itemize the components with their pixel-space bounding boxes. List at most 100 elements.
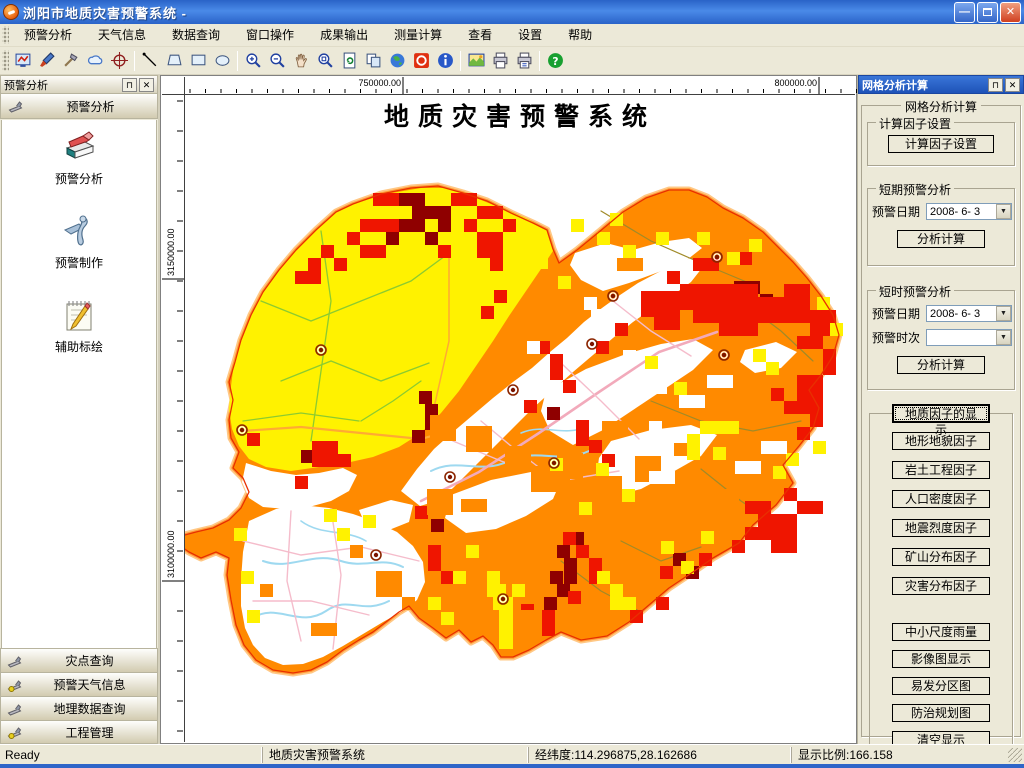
- menu-warning-analysis[interactable]: 预警分析: [11, 24, 85, 47]
- item-label: 辅助标绘: [54, 340, 103, 354]
- restore-button[interactable]: [977, 1, 998, 23]
- hammer-icon[interactable]: [59, 49, 83, 73]
- hazard-map[interactable]: [185, 95, 855, 742]
- rainfall-button[interactable]: 中小尺度雨量: [892, 623, 990, 641]
- prevention-plan-button[interactable]: 防治规划图: [892, 704, 990, 722]
- geotech-factor-button[interactable]: 岩土工程因子: [892, 461, 990, 479]
- seismic-factor-button[interactable]: 地震烈度因子: [892, 519, 990, 537]
- geo-factor-display-button[interactable]: 地质因子的显示: [892, 404, 990, 437]
- print-icon[interactable]: [488, 49, 512, 73]
- close-icon[interactable]: ✕: [139, 77, 154, 92]
- zoom-page-icon[interactable]: [313, 49, 337, 73]
- menu-result-output[interactable]: 成果输出: [307, 24, 381, 47]
- image-display-button[interactable]: 影像图显示: [892, 650, 990, 668]
- info-icon[interactable]: [433, 49, 457, 73]
- chevron-down-icon[interactable]: ▼: [996, 204, 1011, 219]
- pin-icon[interactable]: ⊓: [988, 77, 1003, 92]
- group-project-management[interactable]: 工程管理: [0, 720, 158, 744]
- toolbar: ?: [0, 47, 1024, 75]
- menu-measure-calc[interactable]: 测量计算: [381, 24, 455, 47]
- cloud-icon[interactable]: [83, 49, 107, 73]
- crosshair-icon[interactable]: [107, 49, 131, 73]
- group-disaster-query[interactable]: 灾点查询: [0, 648, 158, 672]
- zoom-out-icon[interactable]: [265, 49, 289, 73]
- close-icon[interactable]: ✕: [1005, 77, 1020, 92]
- chevron-down-icon[interactable]: ▼: [996, 330, 1011, 345]
- disaster-factor-button[interactable]: 灾害分布因子: [892, 577, 990, 595]
- date-label: 预警日期: [872, 205, 921, 219]
- factor-setting-button[interactable]: 计算因子设置: [888, 135, 994, 153]
- item-warning-production[interactable]: 预警制作: [55, 212, 103, 271]
- paint-brush-icon[interactable]: [35, 49, 59, 73]
- globe-icon[interactable]: [385, 49, 409, 73]
- pan-hand-icon[interactable]: [289, 49, 313, 73]
- status-scale: 显示比例:166.158: [791, 746, 1008, 763]
- window-title: 浏阳市地质灾害预警系统 -: [23, 5, 187, 21]
- title-bar[interactable]: 浏阳市地质灾害预警系统 - — ✕: [0, 0, 1024, 24]
- group-label: 灾点查询: [65, 654, 114, 668]
- group-geo-data-query[interactable]: 地理数据查询: [0, 696, 158, 720]
- mine-factor-button[interactable]: 矿山分布因子: [892, 548, 990, 566]
- susceptibility-map-button[interactable]: 易发分区图: [892, 677, 990, 695]
- ellipse-tool-icon[interactable]: [210, 49, 234, 73]
- help-icon[interactable]: ?: [543, 49, 567, 73]
- left-group-header-label: 预警分析: [66, 99, 115, 114]
- short-time-analyze-button[interactable]: 分析计算: [897, 356, 985, 374]
- menu-view[interactable]: 查看: [455, 24, 505, 47]
- pin-icon[interactable]: ⊓: [122, 77, 137, 92]
- chevron-down-icon[interactable]: ▼: [996, 306, 1011, 321]
- status-system: 地质灾害预警系统: [262, 746, 528, 763]
- short-term-analyze-button[interactable]: 分析计算: [897, 230, 985, 248]
- close-button[interactable]: ✕: [1000, 1, 1021, 23]
- population-factor-button[interactable]: 人口密度因子: [892, 490, 990, 508]
- minimize-button[interactable]: —: [954, 1, 975, 23]
- weather-stamp-icon: [7, 727, 22, 739]
- app-window: 浏阳市地质灾害预警系统 - — ✕ 预警分析 天气信息 数据查询 窗口操作 成果…: [0, 0, 1024, 768]
- line-tool-icon[interactable]: [138, 49, 162, 73]
- svg-text:3100000.00: 3100000.00: [166, 530, 176, 578]
- menu-bar: 预警分析 天气信息 数据查询 窗口操作 成果输出 测量计算 查看 设置 帮助: [0, 24, 1024, 47]
- status-coordinates: 经纬度:114.296875,28.162686: [528, 746, 791, 763]
- ruler-corner: [162, 77, 185, 95]
- stamp-icon: [7, 703, 22, 716]
- print-setup-icon[interactable]: [512, 49, 536, 73]
- stop-icon[interactable]: [409, 49, 433, 73]
- zoom-in-icon[interactable]: [241, 49, 265, 73]
- menu-settings[interactable]: 设置: [505, 24, 555, 47]
- groupbox-label: 短时预警分析: [876, 283, 955, 300]
- left-group-header[interactable]: 预警分析: [0, 94, 158, 119]
- refresh-icon[interactable]: [337, 49, 361, 73]
- short-time-period-combo[interactable]: ▼: [926, 329, 1012, 346]
- warning-monitor-icon[interactable]: [11, 49, 35, 73]
- factor-setting-groupbox: 计算因子设置 计算因子设置: [867, 115, 1015, 166]
- hand-pen-icon: [63, 215, 88, 246]
- toolbar-grip[interactable]: [2, 49, 9, 72]
- menu-window-ops[interactable]: 窗口操作: [233, 24, 307, 47]
- menu-help[interactable]: 帮助: [555, 24, 605, 47]
- short-time-date-combo[interactable]: 2008- 6- 3 ▼: [926, 305, 1012, 322]
- map-image-icon[interactable]: [464, 49, 488, 73]
- short-term-groupbox: 短期预警分析 预警日期 2008- 6- 3 ▼ 分析计算: [867, 181, 1015, 266]
- left-panel: 预警分析 ⊓ ✕ 预警分析 预警分析 预警制作 辅助标绘 灾点查询 预警天气信息…: [0, 75, 160, 744]
- polygon-tool-icon[interactable]: [162, 49, 186, 73]
- short-term-date-combo[interactable]: 2008- 6- 3 ▼: [926, 203, 1012, 220]
- window-bottom-edge: [0, 764, 1024, 768]
- item-aux-plotting[interactable]: 辅助标绘: [55, 296, 103, 355]
- right-panel-title: 网格分析计算: [862, 79, 928, 92]
- item-label: 预警制作: [54, 256, 103, 270]
- group-warning-weather[interactable]: 预警天气信息: [0, 672, 158, 696]
- menu-grip[interactable]: [2, 26, 9, 44]
- resize-grip[interactable]: [1008, 747, 1022, 762]
- map-canvas[interactable]: 地质灾害预警系统: [185, 95, 855, 742]
- grid-analysis-groupbox: 网格分析计算 计算因子设置 计算因子设置 短期预警分析 预警日期 2008- 6…: [861, 98, 1021, 753]
- app-icon: [3, 4, 19, 20]
- group-label: 预警天气信息: [53, 678, 126, 692]
- item-warning-analysis[interactable]: 预警分析: [55, 128, 103, 187]
- menu-weather-info[interactable]: 天气信息: [85, 24, 159, 47]
- rectangle-tool-icon[interactable]: [186, 49, 210, 73]
- copy-layers-icon[interactable]: [361, 49, 385, 73]
- horizontal-ruler: 750000.00 800000.00: [185, 77, 857, 95]
- status-ready: Ready: [5, 747, 40, 762]
- menu-data-query[interactable]: 数据查询: [159, 24, 233, 47]
- left-panel-items: 预警分析 预警制作 辅助标绘: [1, 120, 157, 649]
